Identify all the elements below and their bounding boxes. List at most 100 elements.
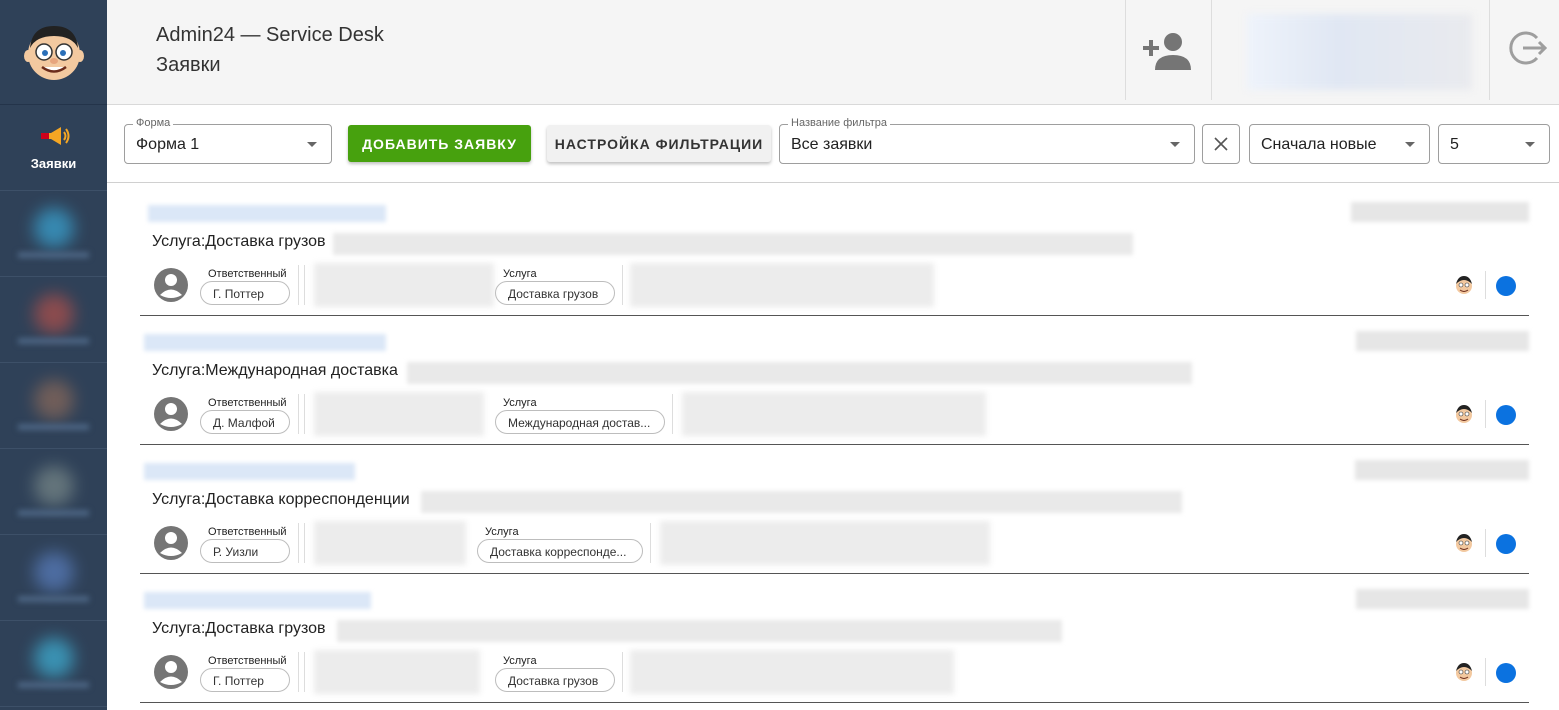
header-divider [1489,0,1490,100]
service-chip[interactable]: Доставка грузов [495,281,615,305]
divider [1485,529,1486,557]
filter-settings-button[interactable]: НАСТРОЙКА ФИЛЬТРАЦИИ [547,125,771,162]
responsible-chip[interactable]: Д. Малфой [200,410,290,434]
responsible-label: Ответственный [208,655,287,667]
sidebar-item-blurred[interactable] [0,277,107,363]
add-user-icon[interactable] [1143,30,1191,72]
ticket-subject[interactable]: Услуга:Доставка грузов [152,233,326,251]
divider [672,394,673,434]
add-request-button[interactable]: ДОБАВИТЬ ЗАЯВКУ [348,125,531,162]
filter-name-value: Все заявки [791,136,873,153]
assignee-avatar-icon [1456,663,1472,681]
ticket-number-blurred[interactable] [144,334,386,351]
sidebar-item-blurred[interactable] [0,621,107,707]
blurred-field [660,521,990,565]
logout-icon[interactable] [1507,28,1547,68]
assignee-avatar-icon [1456,276,1472,294]
status-indicator [1496,663,1516,683]
clear-filter-button[interactable] [1202,124,1240,164]
responsible-chip[interactable]: Г. Поттер [200,668,290,692]
divider [1485,658,1486,686]
ticket-number-blurred[interactable] [144,592,371,609]
blurred-field [682,392,986,436]
ticket-date-blurred [1355,460,1529,480]
form-select-value: Форма 1 [136,136,200,153]
divider [1485,400,1486,428]
ticket-number-blurred[interactable] [144,463,355,480]
service-label: Услуга [503,268,537,280]
service-chip[interactable]: Доставка грузов [495,668,615,692]
divider [622,265,623,305]
header-divider [1211,0,1212,100]
ticket-date-blurred [1351,202,1529,222]
service-label: Услуга [503,655,537,667]
sidebar-item-label: Заявки [30,156,77,171]
ticket-subject-blurred [337,620,1062,642]
app-title: Admin24 — Service Desk [156,24,384,46]
divider [298,394,299,434]
sidebar-item-blurred[interactable] [0,535,107,621]
person-icon [154,655,188,689]
service-label: Услуга [503,397,537,409]
assignee-avatar-icon [1456,534,1472,552]
divider [298,265,299,305]
divider [304,652,305,692]
sort-select[interactable]: Сначала новые [1249,124,1430,164]
logo[interactable] [0,0,107,105]
ticket-row[interactable]: Услуга:Международная доставка Ответствен… [140,316,1529,445]
divider [304,394,305,434]
blurred-field [630,650,954,694]
megaphone-icon [40,127,69,145]
chevron-down-icon [307,142,317,147]
ticket-subject[interactable]: Услуга:Международная доставка [152,362,398,380]
blurred-field [314,263,494,307]
blurred-field [630,263,934,307]
page-size-select[interactable]: 5 [1438,124,1550,164]
close-icon [1214,137,1228,151]
sidebar: Заявки [0,0,107,710]
header-divider [1125,0,1126,100]
divider [622,652,623,692]
ticket-date-blurred [1356,589,1529,609]
filter-name-select[interactable]: Название фильтра Все заявки [779,117,1195,164]
divider [304,265,305,305]
ticket-subject-blurred [421,491,1182,513]
status-indicator [1496,534,1516,554]
page-size-value: 5 [1450,136,1459,153]
ticket-subject[interactable]: Услуга:Доставка грузов [152,620,326,638]
form-select[interactable]: Форма Форма 1 [124,117,332,164]
person-icon [154,397,188,431]
sidebar-item-blurred[interactable] [0,449,107,535]
ticket-number-blurred[interactable] [148,205,386,222]
status-indicator [1496,276,1516,296]
ticket-subject[interactable]: Услуга:Доставка корреспонденции [152,491,410,509]
divider [298,652,299,692]
status-indicator [1496,405,1516,425]
ticket-row[interactable]: Услуга:Доставка корреспонденции Ответств… [140,445,1529,574]
user-profile-blurred[interactable] [1247,14,1472,90]
ticket-row[interactable]: Услуга:Доставка грузов Ответственный Г. … [140,187,1529,316]
ticket-subject-blurred [407,362,1192,384]
sidebar-item-requests[interactable]: Заявки [0,105,107,191]
service-chip[interactable]: Международная достав... [495,410,665,434]
cartoon-avatar-logo-icon [23,26,84,80]
person-icon [154,526,188,560]
filter-name-label: Название фильтра [788,117,890,129]
person-icon [154,268,188,302]
chevron-down-icon [1525,142,1535,147]
ticket-row[interactable]: Услуга:Доставка грузов Ответственный Г. … [140,574,1529,703]
chevron-down-icon [1405,142,1415,147]
divider [650,523,651,563]
sidebar-item-blurred[interactable] [0,363,107,449]
header: Admin24 — Service Desk Заявки [107,0,1559,105]
responsible-chip[interactable]: Р. Уизли [200,539,290,563]
responsible-label: Ответственный [208,268,287,280]
responsible-chip[interactable]: Г. Поттер [200,281,290,305]
page-title: Заявки [156,54,221,76]
ticket-subject-blurred [333,233,1133,255]
sidebar-item-blurred[interactable] [0,191,107,277]
sort-select-value: Сначала новые [1261,136,1377,153]
divider [298,523,299,563]
blurred-field [314,521,466,565]
service-chip[interactable]: Доставка корреспонде... [477,539,643,563]
